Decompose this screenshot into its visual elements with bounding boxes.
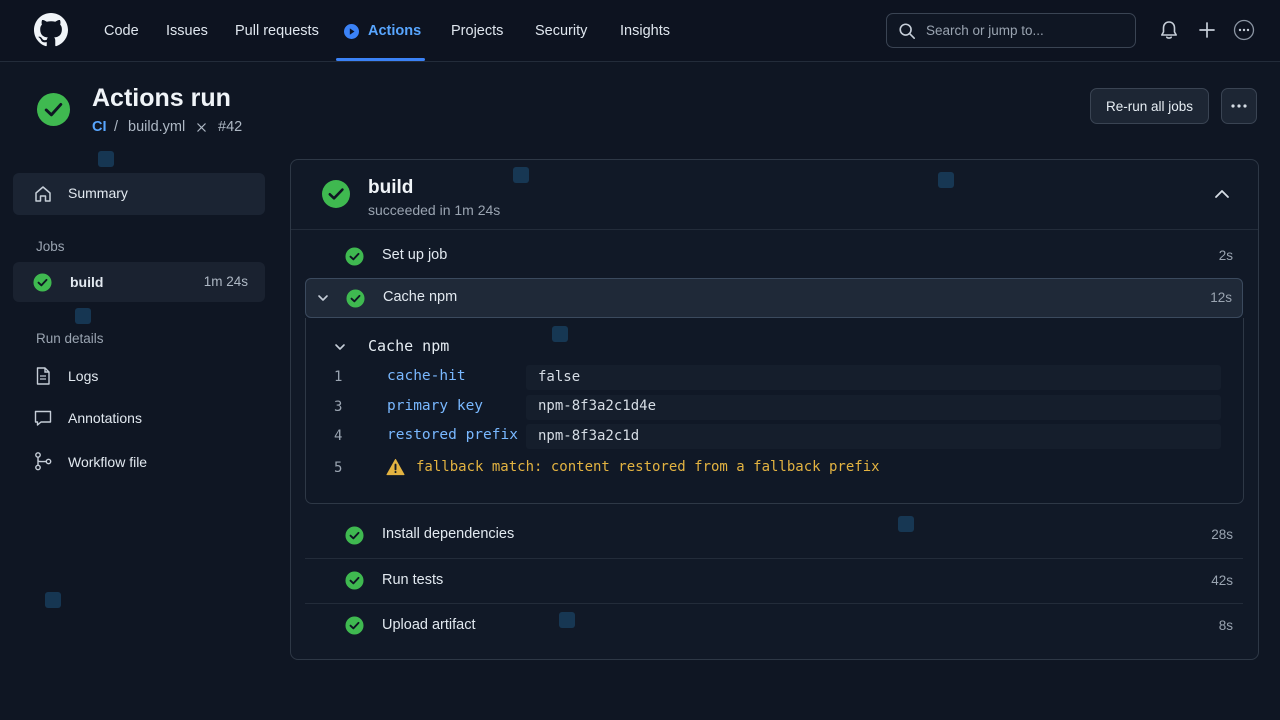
job-success-icon bbox=[322, 180, 350, 208]
sidebar-job-duration: 1m 24s bbox=[203, 274, 248, 289]
search-input[interactable]: Search or jump to... bbox=[886, 13, 1136, 48]
step-row-upload-artifact[interactable]: Upload artifact 8s bbox=[305, 603, 1243, 648]
nav-projects[interactable]: Projects bbox=[451, 0, 503, 62]
search-placeholder: Search or jump to... bbox=[926, 23, 1044, 38]
nav-insights[interactable]: Insights bbox=[620, 0, 670, 62]
nav-pull-requests[interactable]: Pull requests bbox=[235, 0, 319, 62]
sidebar-item-summary[interactable]: Summary bbox=[13, 173, 265, 215]
nav-code[interactable]: Code bbox=[104, 0, 139, 62]
nav-security[interactable]: Security bbox=[535, 0, 587, 62]
step-success-icon bbox=[345, 526, 364, 545]
log-key: primary key bbox=[387, 398, 484, 414]
job-name: build bbox=[368, 177, 414, 198]
watermark-mark bbox=[75, 308, 91, 324]
step-row-run-tests[interactable]: Run tests 42s bbox=[305, 558, 1243, 603]
nav-issues[interactable]: Issues bbox=[166, 0, 208, 62]
step-name: Install dependencies bbox=[382, 526, 515, 542]
step-name: Set up job bbox=[382, 247, 448, 263]
plus-icon[interactable] bbox=[1196, 19, 1218, 41]
step-duration: 8s bbox=[1218, 618, 1233, 633]
run-success-icon bbox=[36, 92, 71, 127]
chevron-up-icon[interactable] bbox=[1214, 188, 1230, 200]
job-status-text: succeeded in 1m 24s bbox=[368, 202, 501, 218]
watermark-mark bbox=[898, 516, 914, 532]
breadcrumb-separator: / bbox=[114, 119, 119, 135]
watermark-mark bbox=[45, 592, 61, 608]
kebab-dots-icon bbox=[1231, 104, 1247, 108]
sidebar-item-logs[interactable]: Logs bbox=[68, 368, 98, 384]
step-duration: 12s bbox=[1210, 290, 1232, 305]
sidebar-item-build-job[interactable]: build 1m 24s bbox=[13, 262, 265, 302]
log-value: npm-8f3a2c1d4e bbox=[538, 398, 657, 414]
log-warning-text: fallback match: content restored from a … bbox=[416, 459, 880, 475]
step-row-install-dependencies[interactable]: Install dependencies 28s bbox=[305, 515, 1243, 555]
sidebar-job-name: build bbox=[70, 274, 104, 290]
sidebar-item-annotations[interactable]: Annotations bbox=[68, 410, 142, 426]
log-value-background bbox=[526, 365, 1221, 390]
warning-icon bbox=[386, 458, 405, 476]
chevron-down-icon[interactable] bbox=[334, 342, 346, 352]
job-success-icon bbox=[33, 273, 52, 292]
step-success-icon bbox=[345, 616, 364, 635]
workflow-branch-icon bbox=[35, 452, 52, 471]
log-line-number: 1 bbox=[334, 369, 343, 385]
step-duration: 42s bbox=[1211, 573, 1233, 588]
comment-icon bbox=[34, 410, 52, 426]
log-value: npm-8f3a2c1d bbox=[538, 428, 640, 444]
sidebar-jobs-heading: Jobs bbox=[36, 239, 65, 254]
log-group-title[interactable]: Cache npm bbox=[368, 337, 449, 355]
step-row-cache-npm[interactable]: Cache npm 12s bbox=[305, 278, 1243, 318]
more-actions-button[interactable] bbox=[1221, 88, 1257, 124]
log-line-number: 5 bbox=[334, 460, 343, 476]
step-success-icon bbox=[345, 571, 364, 590]
sidebar-run-details-heading: Run details bbox=[36, 331, 104, 346]
more-options-circle-icon[interactable] bbox=[1233, 19, 1255, 41]
top-navigation-bar: Code Issues Pull requests Actions Projec… bbox=[0, 0, 1280, 62]
step-name: Upload artifact bbox=[382, 617, 476, 633]
watermark-mark bbox=[938, 172, 954, 188]
home-icon bbox=[35, 186, 51, 202]
play-circle-icon bbox=[344, 24, 359, 39]
step-name: Cache npm bbox=[383, 289, 458, 305]
run-number: #42 bbox=[218, 119, 243, 135]
log-line-number: 3 bbox=[334, 399, 343, 415]
step-log-output: Cache npm 1 cache-hit false 3 primary ke… bbox=[305, 318, 1244, 504]
file-icon bbox=[36, 367, 50, 385]
log-line-number: 4 bbox=[334, 428, 343, 444]
breadcrumb-workflow-link[interactable]: CI bbox=[92, 119, 107, 135]
log-key: restored prefix bbox=[387, 427, 518, 443]
chevron-down-icon[interactable] bbox=[317, 293, 329, 303]
breadcrumb-file[interactable]: build.yml bbox=[128, 119, 185, 135]
bell-icon[interactable] bbox=[1158, 19, 1180, 41]
active-tab-indicator bbox=[336, 58, 425, 61]
log-key: cache-hit bbox=[387, 368, 466, 384]
nav-actions[interactable]: Actions bbox=[368, 0, 421, 62]
close-x-icon bbox=[197, 123, 206, 132]
step-duration: 2s bbox=[1218, 248, 1233, 263]
step-success-icon bbox=[345, 247, 364, 266]
step-duration: 28s bbox=[1211, 527, 1233, 542]
watermark-mark bbox=[98, 151, 114, 167]
log-value: false bbox=[538, 369, 581, 385]
step-name: Run tests bbox=[382, 572, 444, 588]
rerun-all-jobs-button[interactable]: Re-run all jobs bbox=[1090, 88, 1209, 124]
sidebar-item-workflow-file[interactable]: Workflow file bbox=[68, 454, 147, 470]
search-icon bbox=[899, 23, 916, 40]
job-details-panel: build succeeded in 1m 24s Set up job 2s … bbox=[290, 159, 1259, 660]
sidebar-summary-label: Summary bbox=[68, 185, 128, 201]
watermark-mark bbox=[559, 612, 575, 628]
watermark-mark bbox=[552, 326, 568, 342]
step-row-set-up-job[interactable]: Set up job 2s bbox=[305, 236, 1243, 276]
watermark-mark bbox=[513, 167, 529, 183]
page-title: Actions run bbox=[92, 84, 231, 112]
github-logo-icon[interactable] bbox=[34, 13, 68, 47]
job-header: build succeeded in 1m 24s bbox=[291, 160, 1258, 230]
step-success-icon bbox=[346, 289, 365, 308]
